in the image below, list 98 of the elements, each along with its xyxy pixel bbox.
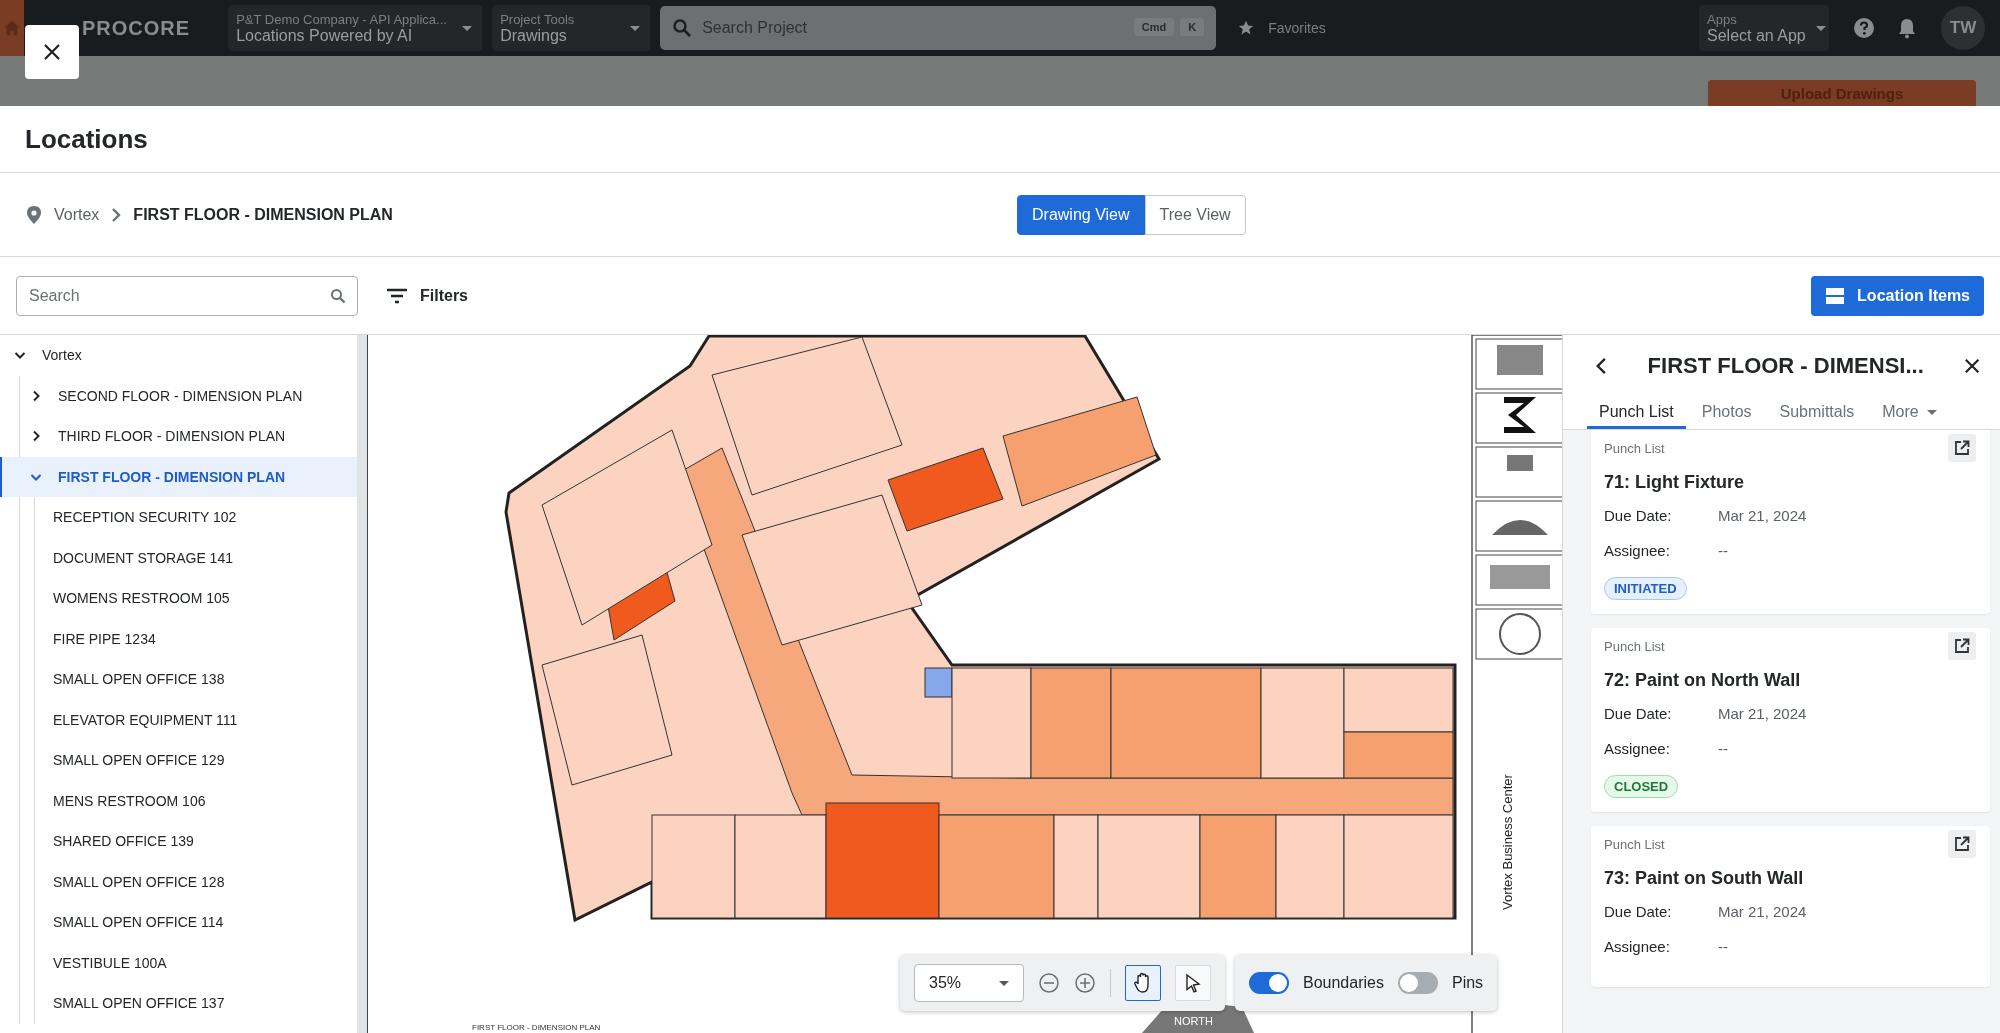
filters-button[interactable]: Filters (380, 285, 474, 306)
item-title: 71: Light Fixture (1604, 472, 1744, 493)
tree-item[interactable]: THIRD FLOOR - DIMENSION PLAN (0, 416, 357, 457)
toggle-label: Pins (1451, 974, 1484, 992)
item-type-label: Punch List (1604, 440, 1665, 456)
breadcrumb-link[interactable]: Vortex (54, 205, 100, 224)
apps-picker[interactable]: Apps Select an App (1699, 5, 1829, 51)
location-items-button[interactable]: Location Items (1811, 275, 1984, 316)
tree-item[interactable]: FIRST FLOOR - DIMENSION PLAN (0, 456, 357, 497)
punch-item-card[interactable]: Punch List 72: Paint on North Wall Due Date: Mar 21, 2024 Assignee: -- CLOSED (1591, 628, 1990, 812)
view-toggle-button[interactable]: Drawing View (1017, 195, 1145, 235)
project-name-label: Vortex Business Center (1500, 774, 1515, 910)
panel-title: FIRST FLOOR - DIMENSI... (1647, 353, 1924, 379)
field-label: Assignee: (1604, 938, 1671, 955)
field-label: Assignee: (1604, 740, 1671, 757)
project-picker[interactable]: P&T Demo Company - API Applica... Locations Powered by AI (228, 5, 483, 51)
pointer-tool-button[interactable] (1175, 965, 1211, 1001)
caret-icon (1815, 25, 1826, 31)
external-link-icon (1954, 638, 1970, 654)
filter-icon (386, 287, 408, 304)
caret-icon (462, 25, 473, 31)
tree-item[interactable]: DOCUMENT STORAGE 141 (35, 537, 357, 578)
field-label: Assignee: (1604, 542, 1671, 559)
view-toggle-button[interactable]: Tree View (1144, 195, 1246, 235)
toggle-label: Boundaries (1303, 974, 1384, 992)
panel-tab[interactable]: Submittals (1767, 397, 1867, 429)
external-link-icon (1954, 836, 1970, 852)
hand-tool-button[interactable] (1125, 965, 1161, 1001)
punch-item-card[interactable]: Punch List 73: Paint on South Wall Due Date: Mar 21, 2024 Assignee: -- (1591, 826, 1990, 987)
tree-item[interactable]: SMALL OPEN OFFICE 128 (35, 861, 357, 902)
panel-tab[interactable]: Punch List (1587, 397, 1686, 429)
item-title: 72: Paint on North Wall (1604, 670, 1801, 691)
list-icon (1825, 286, 1846, 305)
tree-item[interactable]: SHARED OFFICE 139 (35, 821, 357, 862)
zoom-out-icon[interactable] (1038, 972, 1060, 994)
scrollbar-track[interactable] (357, 335, 368, 1033)
panel-tab[interactable]: More (1870, 397, 1949, 429)
close-button[interactable] (25, 25, 79, 79)
tree-item[interactable]: SMALL OPEN OFFICE 138 (35, 659, 357, 700)
tree-item[interactable]: WOMENS RESTROOM 105 (35, 578, 357, 619)
panel-tab[interactable]: Photos (1689, 397, 1764, 429)
toggle-switch[interactable] (1397, 972, 1438, 994)
favorites-link[interactable]: Favorites (1238, 20, 1326, 36)
user-avatar[interactable]: TW (1941, 6, 1985, 50)
item-type-label: Punch List (1604, 638, 1665, 654)
field-value: Mar 21, 2024 (1718, 903, 1807, 920)
close-icon[interactable] (1963, 357, 1980, 375)
bell-icon[interactable] (1897, 17, 1917, 39)
tree-item[interactable]: ELEVATOR EQUIPMENT 111 (35, 699, 357, 740)
chevron-right-icon (111, 207, 122, 222)
tree-item[interactable]: VESTIBULE 100A (35, 942, 357, 983)
tree-item[interactable]: SMALL OPEN OFFICE 114 (35, 902, 357, 943)
caret-icon (999, 980, 1009, 986)
field-label: Due Date: (1604, 507, 1673, 524)
tree-item[interactable]: RECEPTION SECURITY 102 (35, 497, 357, 538)
field-value: Mar 21, 2024 (1718, 507, 1807, 524)
open-external-button[interactable] (1948, 632, 1976, 660)
field-value: -- (1718, 740, 1728, 757)
plan-title-label: FIRST FLOOR - DIMENSION PLAN (472, 1023, 601, 1032)
home-icon (3, 19, 21, 37)
tool-picker[interactable]: Project Tools Drawings (492, 5, 651, 51)
field-value: -- (1718, 542, 1728, 559)
status-badge: CLOSED (1604, 775, 1679, 798)
punch-item-card[interactable]: Punch List 71: Light Fixture Due Date: Mar 21, 2024 Assignee: -- INITIATED (1591, 430, 1990, 614)
field-value: Mar 21, 2024 (1718, 705, 1807, 722)
tree-item[interactable]: SMALL OPEN OFFICE 137 (35, 983, 357, 1024)
caret-icon (630, 25, 641, 31)
external-link-icon (1954, 440, 1970, 456)
item-title: 73: Paint on South Wall (1604, 868, 1804, 889)
tree-item[interactable]: FIRE PIPE 1234 (35, 618, 357, 659)
open-external-button[interactable] (1948, 830, 1976, 858)
item-type-label: Punch List (1604, 836, 1665, 852)
close-icon (42, 42, 62, 62)
toggle-switch[interactable] (1249, 972, 1289, 994)
field-value: -- (1718, 938, 1728, 955)
shortcut-key: K (1180, 18, 1205, 36)
back-icon[interactable] (1595, 356, 1608, 376)
field-label: Due Date: (1604, 903, 1673, 920)
field-label: Due Date: (1604, 705, 1673, 722)
modal-title: Locations (25, 123, 148, 155)
shortcut-key: Cmd (1133, 18, 1175, 36)
tree-item[interactable]: SMALL OPEN OFFICE 129 (35, 740, 357, 781)
tree-item[interactable]: Vortex (0, 335, 357, 376)
search-field[interactable]: Search (16, 275, 358, 316)
location-pin-icon (26, 204, 42, 225)
search-icon (330, 287, 346, 304)
brand-logo: PROCORE (82, 16, 191, 40)
tree-item[interactable]: SECOND FLOOR - DIMENSION PLAN (0, 375, 357, 416)
star-icon (1238, 20, 1255, 36)
tree-item[interactable]: MENS RESTROOM 106 (35, 780, 357, 821)
zoom-in-icon[interactable] (1074, 972, 1096, 994)
help-icon[interactable] (1853, 17, 1875, 39)
search-icon (672, 18, 693, 38)
pointer-icon (1184, 973, 1202, 993)
status-badge: INITIATED (1604, 577, 1687, 600)
caret-icon (1926, 410, 1937, 416)
open-external-button[interactable] (1948, 434, 1976, 462)
zoom-select[interactable]: 35% (914, 964, 1024, 1002)
